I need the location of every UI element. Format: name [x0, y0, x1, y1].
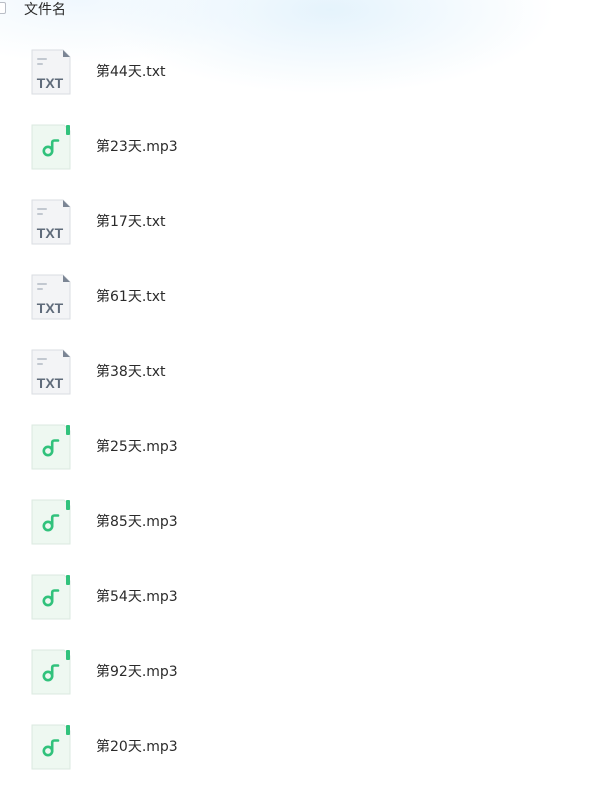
filename-column-header[interactable]: 文件名	[24, 1, 66, 19]
file-row[interactable]: 第25天.mp3	[0, 410, 614, 485]
file-name[interactable]: 第92天.mp3	[96, 663, 178, 681]
file-name[interactable]: 第23天.mp3	[96, 138, 178, 156]
txt-file-icon: TXT	[30, 198, 72, 246]
txt-icon-label: TXT	[37, 300, 64, 316]
audio-file-icon	[30, 123, 72, 171]
audio-file-icon	[30, 648, 72, 696]
file-row[interactable]: 第92天.mp3	[0, 635, 614, 710]
select-all-checkbox[interactable]	[0, 2, 6, 14]
audio-file-icon	[30, 423, 72, 471]
txt-icon-label: TXT	[37, 75, 64, 91]
audio-file-icon	[30, 498, 72, 546]
file-name[interactable]: 第38天.txt	[96, 363, 166, 381]
txt-icon-label: TXT	[37, 375, 64, 391]
file-name[interactable]: 第54天.mp3	[96, 588, 178, 606]
audio-file-icon	[30, 573, 72, 621]
file-name[interactable]: 第17天.txt	[96, 213, 166, 231]
file-row[interactable]: 第85天.mp3	[0, 485, 614, 560]
txt-icon-label: TXT	[37, 225, 64, 241]
file-row[interactable]: TXT 第44天.txt	[0, 35, 614, 110]
txt-file-icon: TXT	[30, 48, 72, 96]
file-name[interactable]: 第61天.txt	[96, 288, 166, 306]
file-row[interactable]: TXT 第17天.txt	[0, 185, 614, 260]
file-list-header: 文件名	[0, 0, 614, 22]
file-name[interactable]: 第20天.mp3	[96, 738, 178, 756]
file-row[interactable]: 第20天.mp3	[0, 710, 614, 785]
file-row[interactable]: 第54天.mp3	[0, 560, 614, 635]
file-row[interactable]: 第23天.mp3	[0, 110, 614, 185]
txt-file-icon: TXT	[30, 348, 72, 396]
file-row[interactable]: TXT 第38天.txt	[0, 335, 614, 410]
file-name[interactable]: 第85天.mp3	[96, 513, 178, 531]
file-name[interactable]: 第44天.txt	[96, 63, 166, 81]
file-name[interactable]: 第25天.mp3	[96, 438, 178, 456]
txt-file-icon: TXT	[30, 273, 72, 321]
audio-file-icon	[30, 723, 72, 771]
file-row[interactable]: TXT 第61天.txt	[0, 260, 614, 335]
